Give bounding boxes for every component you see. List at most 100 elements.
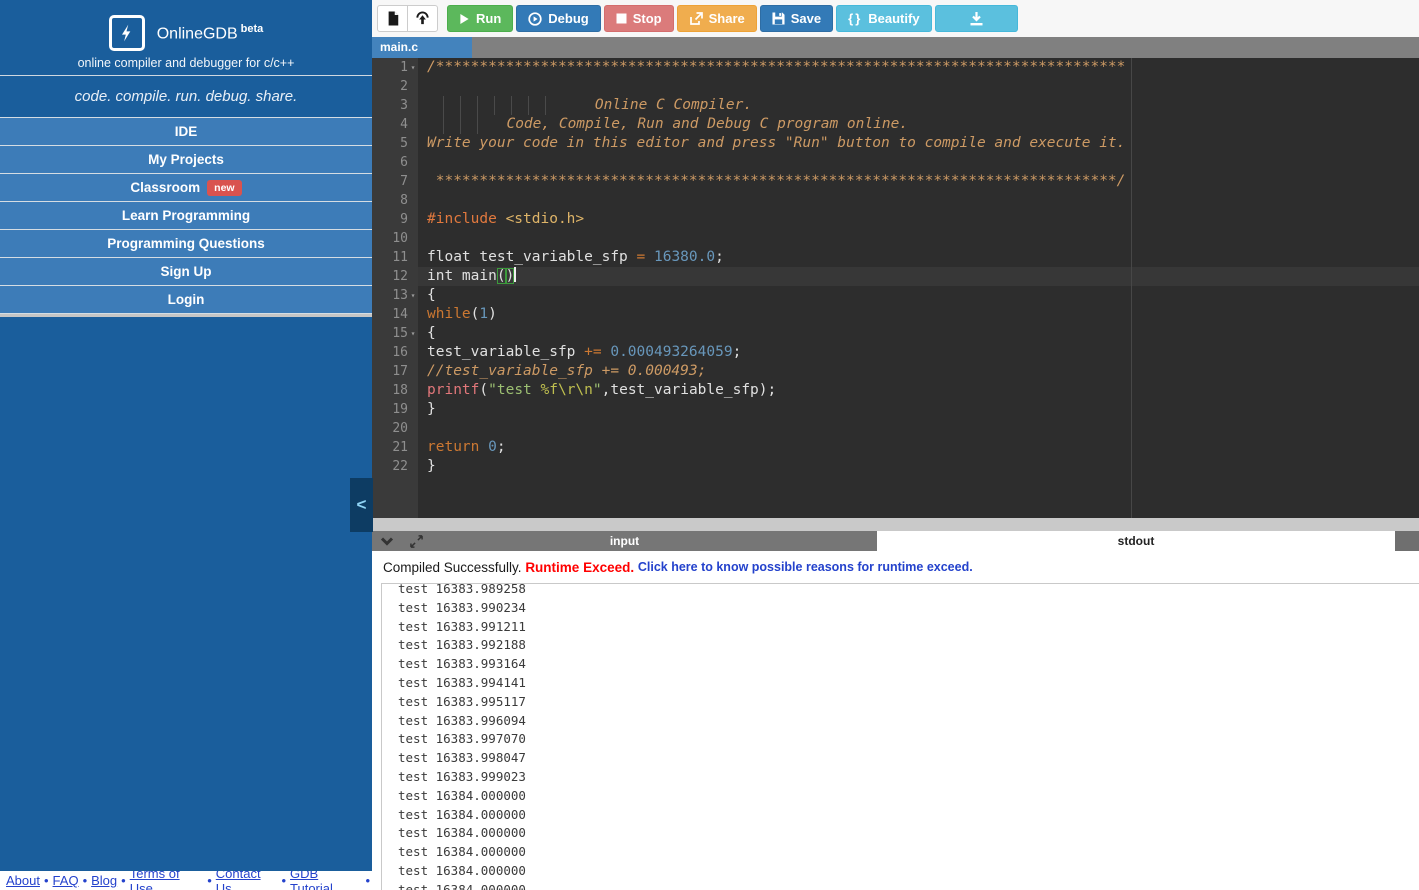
line-number: 2 — [372, 77, 418, 96]
code-line: 15 ▾{ — [372, 324, 1419, 343]
fold-arrow-icon[interactable]: ▾ — [408, 286, 418, 305]
chevron-left-icon: < — [356, 495, 367, 514]
code-editor[interactable]: 1 ▾/*************************************… — [372, 58, 1419, 518]
code-line: 8 — [372, 191, 1419, 210]
download-button[interactable] — [934, 5, 1018, 32]
footer-link-about[interactable]: About — [6, 873, 40, 888]
sidebar-collapse-handle[interactable]: < — [350, 478, 373, 532]
new-file-icon — [386, 11, 400, 26]
fold-arrow-icon[interactable]: ▾ — [408, 324, 418, 343]
stdout-line: test 16383.995117 — [398, 693, 526, 709]
line-number: 3 — [372, 96, 418, 115]
code-line: 13 ▾{ — [372, 286, 1419, 305]
code-line: 19} — [372, 400, 1419, 419]
sidebar-item-ide[interactable]: IDE — [0, 117, 372, 145]
sidebar-item-sign-up[interactable]: Sign Up — [0, 257, 372, 285]
brand-header[interactable]: OnlineGDB beta online compiler and debugg… — [0, 0, 372, 76]
editor-tab-bar: main.c — [372, 37, 1419, 58]
stdout-line: test 16384.000000 — [398, 787, 526, 803]
sidebar-item-label: Classroom — [130, 180, 201, 195]
input-tab-label: input — [609, 534, 640, 548]
sidebar-tagline: code. compile. run. debug. share. — [74, 88, 298, 105]
code-line: 3 Online C Compiler. — [372, 96, 1419, 115]
footer-link-terms-of-use[interactable]: Terms of Use — [130, 871, 203, 890]
line-number: 6 — [372, 153, 418, 172]
play-icon — [459, 13, 470, 25]
code-line: 18 printf("test %f\r\n",test_variable_sfp… — [372, 381, 1419, 400]
tab-main-c[interactable]: main.c — [372, 37, 472, 58]
fold-arrow-icon[interactable]: ▾ — [408, 58, 418, 77]
stdout-line: test 16383.992188 — [398, 637, 526, 653]
sidebar-item-login[interactable]: Login — [0, 285, 372, 313]
print-margin-ruler — [1131, 58, 1132, 518]
expand-icon[interactable] — [410, 534, 423, 548]
stdout-line: test 16384.000000 — [398, 844, 526, 860]
line-number: 12 — [372, 267, 418, 286]
share-icon — [689, 11, 703, 26]
footer-link-gdb-tutorial[interactable]: GDB Tutorial — [290, 871, 361, 890]
code-line: 4 Code, Compile, Run and Debug C program… — [372, 115, 1419, 134]
line-number: 7 — [372, 172, 418, 191]
footer-links: About • FAQ • Blog • Terms of Use • Contact Us • G… — [0, 871, 372, 890]
code-line: 1 ▾/*************************************… — [372, 58, 1419, 77]
braces-icon: {} — [848, 11, 863, 26]
code-line: 14 while(1) — [372, 305, 1419, 324]
sidebar-item-label: Sign Up — [160, 264, 212, 279]
compile-status-row: Compiled Successfully. Runtime Exceed. C… — [372, 551, 1419, 583]
sidebar-item-my-projects[interactable]: My Projects — [0, 145, 372, 173]
code-line: 16 test_variable_sfp += 0.000493264059; — [372, 343, 1419, 362]
compile-success-text: Compiled Successfully. — [383, 559, 526, 575]
bullet-separator: • — [82, 873, 88, 888]
code-line: 10 — [372, 229, 1419, 248]
play-circle-icon — [528, 11, 542, 26]
footer-link-faq[interactable]: FAQ — [53, 873, 79, 888]
floppy-disk-icon — [772, 12, 785, 25]
footer-link-contact-us[interactable]: Contact Us — [216, 871, 278, 890]
chevron-down-icon[interactable] — [380, 536, 394, 546]
stdout-line: test 16384.000000 — [398, 862, 526, 878]
tab-input[interactable]: input — [372, 531, 877, 551]
onlinegdb-app: OnlineGDB beta online compiler and debugg… — [0, 0, 1419, 890]
tab-stdout[interactable]: stdout — [877, 531, 1395, 551]
stdout-line: test 16384.000000 — [398, 806, 526, 822]
download-icon — [969, 11, 984, 26]
brand-title: OnlineGDB beta — [156, 22, 264, 43]
bullet-separator: • — [43, 873, 49, 888]
upload-icon — [415, 11, 430, 26]
beta-label: beta — [240, 22, 264, 35]
share-button[interactable]: Share — [676, 5, 757, 32]
footer-link-blog[interactable]: Blog — [91, 873, 117, 888]
sidebar: OnlineGDB beta online compiler and debugg… — [0, 0, 372, 871]
line-number: 19 — [372, 400, 418, 419]
beautify-button[interactable]: {} Beautify — [836, 5, 932, 32]
stdout-output-panel[interactable]: test 16383.989258 test 16383.990234 test 1… — [381, 583, 1419, 890]
run-button[interactable]: Run — [447, 5, 514, 32]
stop-button[interactable]: Stop — [603, 5, 674, 32]
line-number: 9 — [372, 210, 418, 229]
text-cursor — [514, 267, 517, 282]
line-number: 21 — [372, 438, 418, 457]
stdout-line: test 16383.991211 — [398, 618, 526, 634]
upload-button[interactable] — [407, 5, 438, 32]
line-number: 17 — [372, 362, 418, 381]
stdout-line: test 16383.989258 — [398, 583, 526, 596]
indent-guides — [427, 115, 489, 134]
sidebar-item-classroom[interactable]: Classroom new — [0, 173, 372, 201]
line-number: 15 ▾ — [372, 324, 418, 343]
toolbar: Run Debug Stop Share Save {} Beautify — [372, 0, 1419, 37]
debug-button[interactable]: Debug — [516, 5, 601, 32]
stdout-line: test 16383.990234 — [398, 599, 526, 615]
line-number: 4 — [372, 115, 418, 134]
line-number: 16 — [372, 343, 418, 362]
editor-console-divider[interactable] — [372, 518, 1419, 531]
stdout-line: test 16384.000000 — [398, 825, 526, 841]
runtime-exceed-link[interactable]: Click here to know possible reasons for … — [638, 560, 973, 574]
save-button[interactable]: Save — [759, 5, 834, 32]
stdout-line: test 16383.998047 — [398, 750, 526, 766]
sidebar-item-learn-programming[interactable]: Learn Programming — [0, 201, 372, 229]
stdout-line: test 16383.999023 — [398, 768, 526, 784]
sidebar-item-label: IDE — [174, 124, 198, 139]
indent-guides — [427, 96, 560, 115]
new-file-button[interactable] — [377, 5, 408, 32]
sidebar-item-programming-questions[interactable]: Programming Questions — [0, 229, 372, 257]
